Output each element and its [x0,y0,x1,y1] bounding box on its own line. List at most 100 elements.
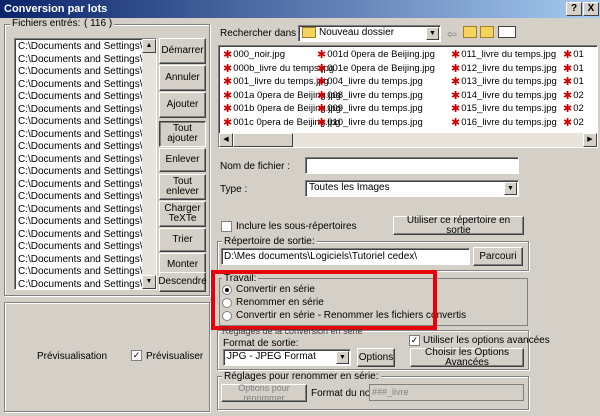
image-file-icon: ✱ [223,116,233,129]
type-value: Toutes les Images [309,182,390,193]
input-file-item[interactable]: C:\Documents and Settings\Admini [18,141,146,154]
browse-output-button[interactable]: Parcouri [473,247,523,266]
start-button[interactable]: Démarrer [159,38,206,64]
type-select[interactable]: Toutes les Images ▼ [305,180,519,197]
view-menu-icon[interactable] [498,26,516,38]
advanced-options-checkbox[interactable]: ✓ [409,335,420,346]
add-button[interactable]: Ajouter [159,92,206,118]
input-file-item[interactable]: C:\Documents and Settings\Admini [18,154,146,167]
image-file-icon: ✱ [451,89,461,102]
input-file-item[interactable]: C:\Documents and Settings\Admini [18,229,146,242]
browse-file-item[interactable]: ✱ 009_livre du temps.jpg [317,102,423,115]
browse-file-item[interactable]: ✱ 02 [563,102,584,115]
input-file-item[interactable]: C:\Documents and Settings\Admini [18,41,146,54]
subfolders-label: Inclure les sous-répertoires [236,221,357,232]
input-file-item[interactable]: C:\Documents and Settings\Admini [18,191,146,204]
browse-file-name: 001e 0pera de Beijing.jpg [327,62,435,74]
browse-file-item[interactable]: ✱ 008_livre du temps.jpg [317,89,423,102]
input-file-item[interactable]: C:\Documents and Settings\Admini [18,54,146,67]
sort-button[interactable]: Trier [159,228,206,252]
input-file-item[interactable]: C:\Documents and Settings\Admini [18,104,146,117]
use-directory-button[interactable]: Utiliser ce répertoire en sortie [393,215,524,235]
cancel-button[interactable]: Annuler [159,65,206,91]
browse-file-item[interactable]: ✱ 014_livre du temps.jpg [451,89,557,102]
browse-file-item[interactable]: ✱ 012_livre du temps.jpg [451,62,557,75]
browse-file-item[interactable]: ✱ 001e 0pera de Beijing.jpg [317,62,435,75]
scroll-up-icon[interactable]: ▲ [142,39,156,53]
browse-file-item[interactable]: ✱ 001d 0pera de Beijing.jpg [317,48,435,61]
input-file-item[interactable]: C:\Documents and Settings\Admini [18,116,146,129]
output-path-input[interactable]: D:\Mes documents\Logiciels\Tutoriel cede… [221,248,470,265]
scroll-left-icon[interactable]: ◀ [219,133,233,147]
format-select[interactable]: JPG - JPEG Format ▼ [223,349,351,366]
browse-file-item[interactable]: ✱ 02 [563,89,584,102]
input-file-item[interactable]: C:\Documents and Settings\Admini [18,279,146,290]
output-label: Répertoire de sortie: [222,236,317,247]
browse-file-name: 02 [573,89,584,101]
browse-file-item[interactable]: ✱ 015_livre du temps.jpg [451,102,557,115]
input-file-item[interactable]: C:\Documents and Settings\Admini [18,166,146,179]
chevron-down-icon[interactable]: ▼ [336,351,349,364]
grid-horizontal-scrollbar[interactable]: ◀ ▶ [219,133,597,147]
image-file-icon: ✱ [317,76,327,88]
browse-file-item[interactable]: ✱ 01 [563,62,584,75]
format-label: Format de sortie: [223,338,299,349]
file-list-scrollbar[interactable]: ▲ ▼ [142,39,156,289]
format-options-button[interactable]: Options [357,348,395,367]
scroll-down-icon[interactable]: ▼ [142,275,156,289]
browse-file-item[interactable]: ✱ 001_livre du temps.jpg [223,75,329,88]
browse-file-name: 01 [573,76,584,87]
input-file-item[interactable]: C:\Documents and Settings\Admini [18,179,146,192]
browse-file-item[interactable]: ✱ 010_livre du temps.jpg [317,116,423,129]
input-file-item[interactable]: C:\Documents and Settings\Admini [18,129,146,142]
preview-checkbox-label: Prévisualiser [146,351,204,362]
input-file-item[interactable]: C:\Documents and Settings\Admini [18,216,146,229]
input-file-item[interactable]: C:\Documents and Settings\Admini [18,91,146,104]
type-label: Type : [220,184,248,195]
browse-file-item[interactable]: ✱ 02 [563,116,584,129]
remove-button[interactable]: Enlever [159,148,206,172]
input-file-item[interactable]: C:\Documents and Settings\Admini [18,79,146,92]
scroll-right-icon[interactable]: ▶ [583,133,597,147]
preview-checkbox[interactable]: ✓ [131,350,142,361]
window-title: Conversion par lots [4,3,108,15]
chevron-down-icon[interactable]: ▼ [504,182,517,195]
help-button[interactable]: ? [566,2,582,16]
browse-file-item[interactable]: ✱ 004_livre du temps.jpg [317,75,423,88]
browse-file-item[interactable]: ✱ 000_noir.jpg [223,48,285,61]
scroll-thumb[interactable] [233,133,293,147]
folder-select[interactable]: Nouveau dossier ▼ [298,25,441,42]
subfolders-checkbox[interactable] [221,221,232,232]
remove-all-button[interactable]: Tout enlever [159,174,206,200]
format-value: JPG - JPEG Format [227,351,316,362]
image-file-icon: ✱ [563,103,573,115]
move-down-button[interactable]: Descendre [158,272,207,292]
name-format-input[interactable]: ###_livre [369,384,524,401]
browse-file-item[interactable]: ✱ 016_livre du temps.jpg [451,116,557,129]
up-folder-icon[interactable] [463,26,477,38]
browse-file-grid[interactable]: ✱ 000_noir.jpg ✱ 001d 0pera de Beijing.jpg ✱… [218,45,598,148]
browse-file-item[interactable]: ✱ 01 [563,75,584,88]
browse-file-name: 014_livre du temps.jpg [461,89,557,101]
close-button[interactable]: X [583,2,599,16]
image-file-icon: ✱ [223,89,233,102]
input-file-item[interactable]: C:\Documents and Settings\Admini [18,266,146,279]
back-arrow-icon[interactable]: ⇦ [447,27,457,41]
input-file-item[interactable]: C:\Documents and Settings\Admini [18,204,146,217]
input-file-item[interactable]: C:\Documents and Settings\Admini [18,254,146,267]
input-file-item[interactable]: C:\Documents and Settings\Admini [18,66,146,79]
load-text-button[interactable]: Charger TeXTe [159,201,206,227]
input-file-list[interactable]: C:\Documents and Settings\AdminiC:\Docum… [14,38,157,290]
rename-options-button[interactable]: Options pour renommer [221,383,307,403]
browse-file-item[interactable]: ✱ 013_livre du temps.jpg [451,75,557,88]
new-folder-icon[interactable] [480,26,494,38]
add-all-button[interactable]: Tout ajouter [159,121,206,147]
browse-file-name: 001d 0pera de Beijing.jpg [327,49,435,60]
chevron-down-icon[interactable]: ▼ [426,27,439,40]
input-file-item[interactable]: C:\Documents and Settings\Admini [18,241,146,254]
browse-file-item[interactable]: ✱ 011_livre du temps.jpg [451,48,556,61]
advanced-options-button[interactable]: Choisir les Options Avancées [410,347,524,367]
filename-input[interactable] [305,157,519,174]
browse-file-item[interactable]: ✱ 01 [563,48,584,61]
image-file-icon: ✱ [223,76,233,88]
